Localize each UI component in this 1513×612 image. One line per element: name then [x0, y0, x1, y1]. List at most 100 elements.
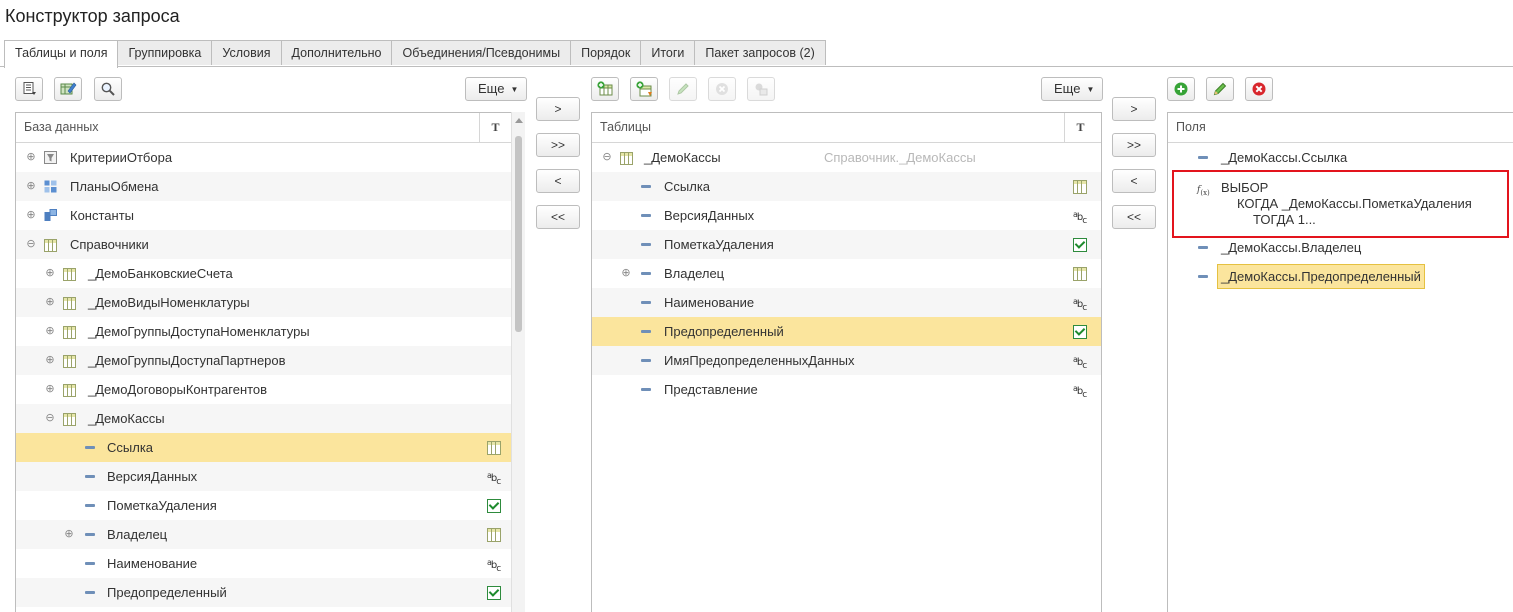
add-all-tables-button[interactable]: >> [536, 133, 580, 157]
collapse-icon[interactable]: ⊖ [45, 404, 55, 433]
table-type-icon [1073, 180, 1087, 194]
delete-field-button[interactable] [1245, 77, 1273, 101]
expand-icon[interactable]: ⊕ [621, 259, 631, 288]
tree-row-field-predefined[interactable]: Предопределенный [16, 578, 511, 607]
fields-row-ref[interactable]: _ДемоКассы.Ссылка [1168, 143, 1513, 172]
field-icon [641, 185, 651, 188]
tree-row-label: ВерсияДанных [664, 208, 755, 223]
tree-row-exchange-plans[interactable]: ⊕ ПланыОбмена [16, 172, 511, 201]
table-type-icon [487, 528, 501, 542]
field-icon [1198, 156, 1208, 159]
remove-all-fields-button[interactable]: << [1112, 205, 1156, 229]
pencil-icon [1213, 82, 1227, 96]
tables-row-field-predefined-data-name[interactable]: ИмяПредопределенныхДанных abc [592, 346, 1101, 375]
add-selected-table-button[interactable]: > [536, 97, 580, 121]
scroll-thumb[interactable] [515, 136, 522, 332]
table-icon [63, 297, 76, 310]
tab-conditions[interactable]: Условия [211, 40, 282, 65]
tree-row-field-owner[interactable]: ⊕ Владелец [16, 520, 511, 549]
middle-more-label: Еще [1054, 81, 1081, 96]
remove-selected-field-button[interactable]: < [1112, 169, 1156, 193]
tree-row-criteria[interactable]: ⊕ КритерииОтбора [16, 143, 511, 172]
tree-row-field-name[interactable]: Наименование abc [16, 549, 511, 578]
field-icon [85, 446, 95, 449]
tree-row-label: _ДемоВидыНоменклатуры [88, 295, 250, 310]
field-icon [85, 562, 95, 565]
search-button[interactable] [94, 77, 122, 101]
replace-table-icon [755, 83, 768, 96]
tree-row-nomenclature-kinds[interactable]: ⊕ _ДемоВидыНоменклатуры [16, 288, 511, 317]
collapse-icon[interactable]: ⊖ [26, 230, 36, 259]
tables-row-field-deletion-mark[interactable]: ПометкаУдаления [592, 230, 1101, 259]
tree-row-constants[interactable]: ⊕ Константы [16, 201, 511, 230]
replace-table-button[interactable] [747, 77, 775, 101]
table-type-icon [1073, 267, 1087, 281]
tab-grouping[interactable]: Группировка [117, 40, 213, 65]
tables-row-field-owner[interactable]: ⊕ Владелец [592, 259, 1101, 288]
expand-icon[interactable]: ⊕ [45, 346, 55, 375]
tab-totals[interactable]: Итоги [640, 40, 696, 65]
tables-tree-header: Таблицы Т [592, 113, 1101, 143]
left-more-button[interactable]: Еще ▼ [465, 77, 528, 101]
add-nested-table-button[interactable] [630, 77, 658, 101]
tables-row-field-predefined[interactable]: Предопределенный [592, 317, 1101, 346]
field-icon [641, 214, 651, 217]
edit-field-button[interactable] [1206, 77, 1234, 101]
tree-row-field-deletion-mark[interactable]: ПометкаУдаления [16, 491, 511, 520]
expand-icon[interactable]: ⊕ [45, 288, 55, 317]
tab-unions-aliases[interactable]: Объединения/Псевдонимы [391, 40, 572, 65]
add-table-icon [597, 81, 613, 96]
tab-query-batch[interactable]: Пакет запросов (2) [694, 40, 826, 65]
expand-icon[interactable]: ⊕ [45, 317, 55, 346]
abc-type-icon: abc [487, 558, 501, 574]
tree-row-label: _ДемоБанковскиеСчета [88, 266, 233, 281]
delete-icon [1252, 82, 1266, 96]
tree-row-label: Владелец [664, 266, 725, 281]
add-selected-field-button[interactable]: > [1112, 97, 1156, 121]
tree-row-label: _ДемоГруппыДоступаПартнеров [88, 353, 286, 368]
query-wizard-button[interactable] [54, 77, 82, 101]
tree-row-catalogs[interactable]: ⊖ Справочники [16, 230, 511, 259]
tab-additional[interactable]: Дополнительно [280, 40, 393, 65]
collapse-icon[interactable]: ⊖ [602, 143, 612, 172]
expand-icon[interactable]: ⊕ [64, 520, 74, 549]
tables-row-field-ref[interactable]: Ссылка [592, 172, 1101, 201]
add-all-fields-button[interactable]: >> [1112, 133, 1156, 157]
add-field-button[interactable] [1167, 77, 1195, 101]
tables-row-cash-desks[interactable]: ⊖ _ДемоКассы Справочник._ДемоКассы [592, 143, 1101, 172]
left-more-label: Еще [478, 81, 505, 96]
add-nested-table-icon [636, 81, 652, 97]
tree-row-field-version[interactable]: ВерсияДанных abc [16, 462, 511, 491]
list-view-button[interactable] [15, 77, 43, 101]
tree-row-cash-desks[interactable]: ⊖ _ДемоКассы [16, 404, 511, 433]
tree-row-nomenclature-access-groups[interactable]: ⊕ _ДемоГруппыДоступаНоменклатуры [16, 317, 511, 346]
fields-row-predefined[interactable]: _ДемоКассы.Предопределенный [1168, 262, 1513, 291]
edit-table-button[interactable] [669, 77, 697, 101]
expand-icon[interactable]: ⊕ [45, 375, 55, 404]
tree-row-field-ref[interactable]: Ссылка [16, 433, 511, 462]
add-table-button[interactable] [591, 77, 619, 101]
scroll-up-icon[interactable] [515, 118, 523, 123]
tab-tables-and-fields[interactable]: Таблицы и поля [4, 40, 119, 68]
remove-all-tables-button[interactable]: << [536, 205, 580, 229]
tables-row-field-presentation[interactable]: Представление abc [592, 375, 1101, 404]
expand-icon[interactable]: ⊕ [26, 172, 36, 201]
delete-table-button[interactable] [708, 77, 736, 101]
tree-row-contracts[interactable]: ⊕ _ДемоДоговорыКонтрагентов [16, 375, 511, 404]
tables-row-field-version[interactable]: ВерсияДанных abc [592, 201, 1101, 230]
database-tree-scrollbar[interactable] [511, 112, 525, 612]
expand-icon[interactable]: ⊕ [45, 259, 55, 288]
tables-row-field-name[interactable]: Наименование abc [592, 288, 1101, 317]
pencil-icon [677, 83, 689, 95]
remove-selected-table-button[interactable]: < [536, 169, 580, 193]
field-icon [85, 591, 95, 594]
field-icon [641, 243, 651, 246]
middle-more-button[interactable]: Еще ▼ [1041, 77, 1104, 101]
tab-order[interactable]: Порядок [570, 40, 642, 65]
expand-icon[interactable]: ⊕ [26, 201, 36, 230]
boolean-type-icon [1073, 238, 1087, 252]
field-icon [85, 504, 95, 507]
tree-row-partner-access-groups[interactable]: ⊕ _ДемоГруппыДоступаПартнеров [16, 346, 511, 375]
tree-row-bank-accounts[interactable]: ⊕ _ДемоБанковскиеСчета [16, 259, 511, 288]
expand-icon[interactable]: ⊕ [26, 143, 36, 172]
